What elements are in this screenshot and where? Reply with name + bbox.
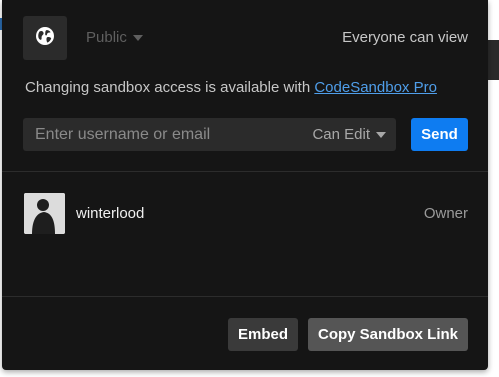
member-row: winterlood Owner <box>2 193 488 235</box>
upgrade-notice: Changing sandbox access is available wit… <box>25 79 437 96</box>
privacy-dropdown[interactable]: Public <box>86 29 143 46</box>
globe-icon-box <box>23 16 67 60</box>
share-sandbox-panel: Public Everyone can view Changing sandbo… <box>2 0 488 370</box>
divider <box>2 171 488 172</box>
upgrade-notice-text: Changing sandbox access is available wit… <box>25 79 311 96</box>
visibility-text: Everyone can view <box>342 29 468 46</box>
permission-label: Can Edit <box>312 126 370 143</box>
background-edge-strip <box>488 40 499 80</box>
privacy-label: Public <box>86 29 127 46</box>
chevron-down-icon <box>132 34 143 41</box>
divider <box>2 296 488 297</box>
avatar <box>24 193 65 234</box>
member-role: Owner <box>423 205 468 222</box>
invite-email-input[interactable] <box>23 118 293 151</box>
codesandbox-pro-link[interactable]: CodeSandbox Pro <box>314 79 437 96</box>
permission-dropdown[interactable]: Can Edit <box>312 118 386 151</box>
globe-icon <box>35 26 55 51</box>
copy-sandbox-link-button[interactable]: Copy Sandbox Link <box>308 318 468 351</box>
invite-field-group: Can Edit <box>23 118 396 151</box>
embed-button[interactable]: Embed <box>228 318 298 351</box>
send-invite-button[interactable]: Send <box>411 118 468 151</box>
member-name: winterlood <box>76 205 145 222</box>
chevron-down-icon <box>376 131 386 138</box>
